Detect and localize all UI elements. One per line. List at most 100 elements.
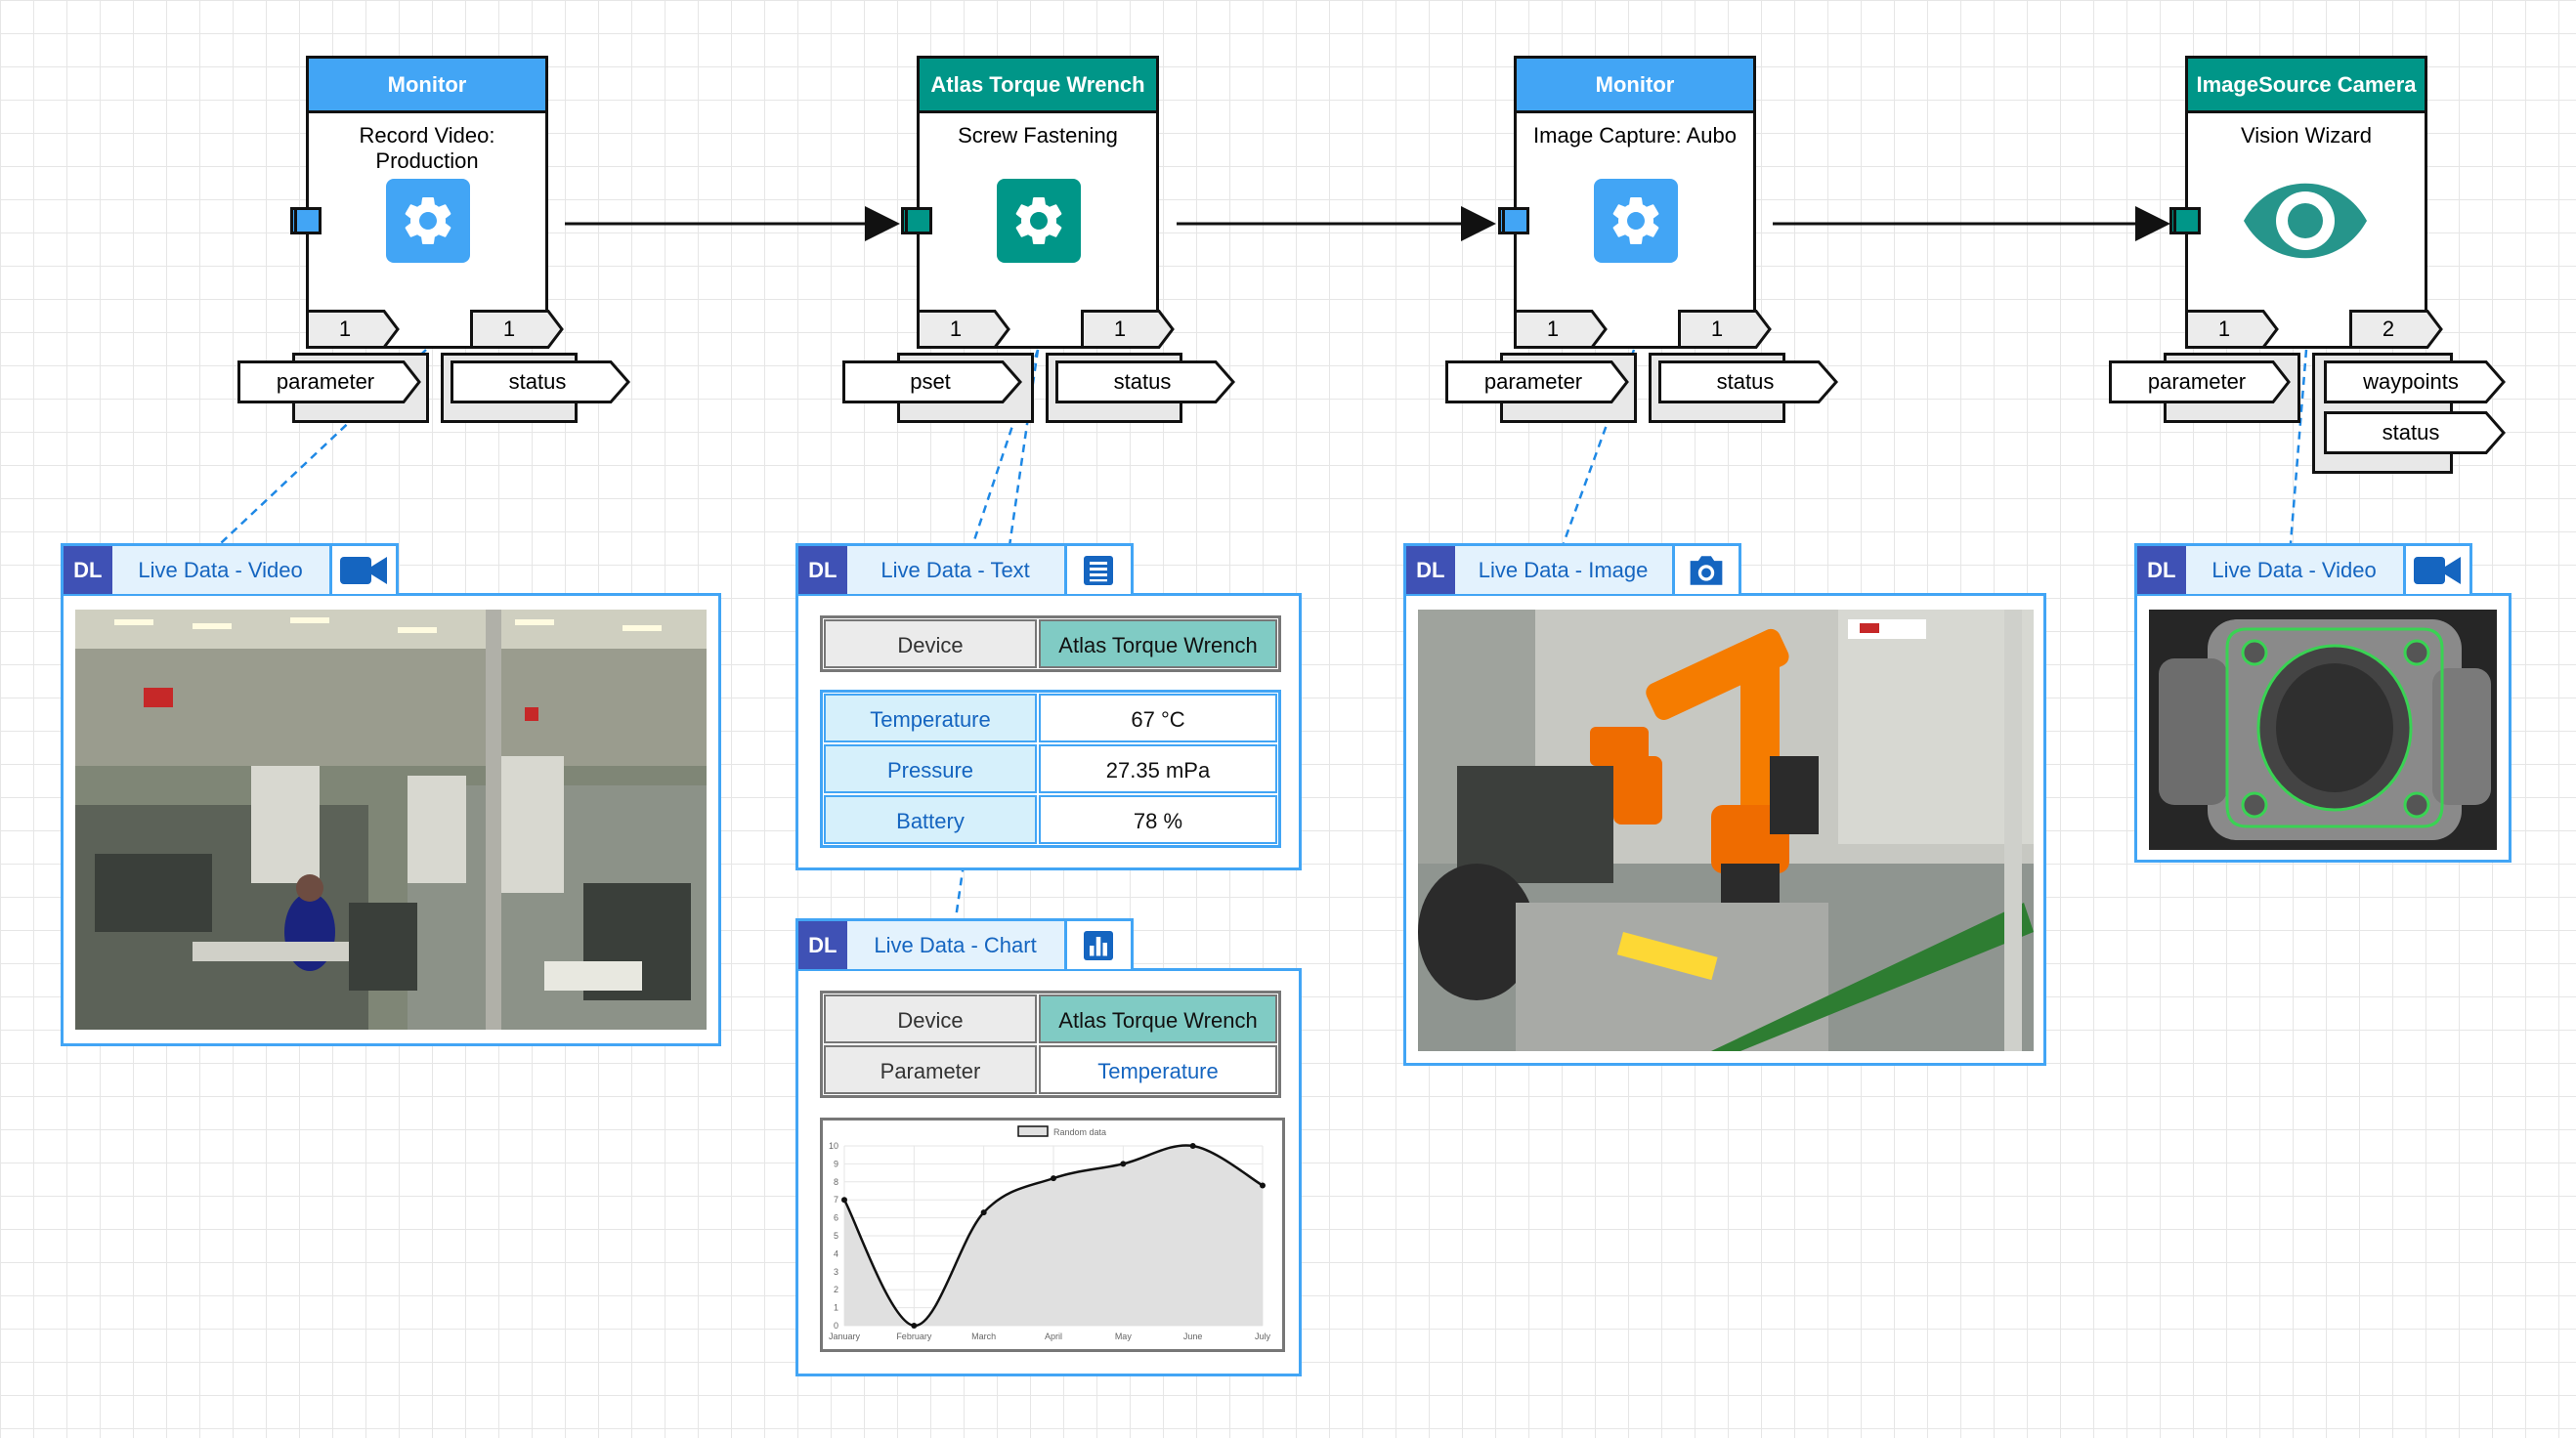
count-label: 2 [2382,317,2395,341]
count-label: 1 [1710,317,1724,341]
output-status[interactable]: status [2312,411,2508,454]
y-tick-label: 9 [834,1159,838,1168]
node-header: ImageSource Camera [2188,59,2425,113]
panel-title: Live Data - Video [112,546,332,594]
panel-video-production [61,593,721,1046]
output-port[interactable] [2173,207,2201,234]
parameter-value[interactable]: Temperature [1039,1045,1277,1094]
metric-label: Temperature [824,694,1037,742]
param-parameter[interactable]: parameter [2109,353,2304,423]
metric-label: Pressure [824,744,1037,793]
count-label: 1 [1546,317,1560,341]
gear-icon[interactable] [1594,179,1678,263]
count-tab-left[interactable]: 1 [306,310,400,349]
output-port[interactable] [905,207,932,234]
output-status[interactable]: status [1649,353,1844,423]
metric-value: 67 °C [1039,694,1277,742]
device-label: Device [824,994,1037,1043]
y-tick-label: 0 [834,1321,838,1331]
param-pset[interactable]: pset [842,353,1038,423]
chart-frame: 10 9 8 7 6 5 4 3 2 1 0 January February March April May… [820,1118,1285,1352]
y-tick-label: 4 [834,1248,838,1258]
x-tick-label: July [1255,1332,1271,1341]
data-point [1120,1161,1127,1167]
vision-inspection-video[interactable] [2149,610,2497,850]
data-point [911,1323,918,1329]
count-tab-right[interactable]: 1 [1081,310,1175,349]
eye-icon[interactable] [2242,179,2369,263]
count-tab-right[interactable]: 2 [2349,310,2443,349]
metric-value: 78 % [1039,795,1277,844]
y-tick-label: 5 [834,1231,838,1241]
count-tab-right[interactable]: 1 [1678,310,1772,349]
y-tick-label: 2 [834,1285,838,1294]
gear-icon[interactable] [386,179,470,263]
output-port[interactable] [1502,207,1529,234]
output-label: status [1716,369,1775,394]
dl-badge: DL [798,921,847,969]
count-label: 1 [338,317,352,341]
flow-canvas[interactable]: Monitor Record Video: Production 1 1 par… [0,0,2576,1438]
panel-title: Live Data - Chart [847,921,1067,969]
robot-arm-image[interactable] [1418,610,2034,1051]
data-point [1189,1143,1196,1149]
count-tab-left[interactable]: 1 [2185,310,2279,349]
node-subtitle: Screw Fastening [958,123,1118,148]
panel-header-text[interactable]: DL Live Data - Text [795,543,1134,594]
count-tab-left[interactable]: 1 [917,310,1010,349]
x-tick-label: March [971,1332,996,1341]
x-tick-label: April [1045,1332,1062,1341]
bar-chart-icon[interactable] [1066,921,1132,969]
y-tick-label: 10 [829,1141,838,1151]
chart-config: Device Atlas Torque Wrench Parameter Tem… [820,991,1281,1098]
videocam-icon[interactable] [331,546,397,594]
camera-icon[interactable] [1674,546,1739,594]
output-waypoints[interactable]: waypoints [2312,353,2508,474]
count-label: 1 [1113,317,1127,341]
panel-chart-data: Device Atlas Torque Wrench Parameter Tem… [795,968,1302,1376]
count-label: 1 [949,317,963,341]
dl-badge: DL [64,546,112,594]
device-value[interactable]: Atlas Torque Wrench [1039,994,1277,1043]
data-point [1260,1182,1266,1189]
panel-header-video[interactable]: DL Live Data - Video [2134,543,2472,594]
videocam-icon[interactable] [2405,546,2470,594]
dl-badge: DL [798,546,847,594]
node-header: Monitor [309,59,545,113]
device-label: Device [824,619,1037,668]
device-value[interactable]: Atlas Torque Wrench [1039,619,1277,668]
node-subtitle: Image Capture: Aubo [1533,123,1737,148]
param-parameter[interactable]: parameter [1445,353,1641,423]
node-subtitle: Record Video: Production [359,123,495,173]
node-header: Atlas Torque Wrench [920,59,1156,113]
param-parameter[interactable]: parameter [237,353,433,423]
count-label: 1 [502,317,516,341]
panel-title: Live Data - Video [2186,546,2406,594]
notes-icon[interactable] [1066,546,1132,594]
count-tab-left[interactable]: 1 [1514,310,1608,349]
x-tick-label: June [1183,1332,1203,1341]
panel-header-chart[interactable]: DL Live Data - Chart [795,918,1134,969]
dl-badge: DL [2137,546,2186,594]
panel-header-video[interactable]: DL Live Data - Video [61,543,399,594]
param-label: pset [910,369,951,394]
output-status[interactable]: status [1046,353,1241,423]
panel-title: Live Data - Text [847,546,1067,594]
legend-label: Random data [1053,1127,1106,1137]
output-status[interactable]: status [441,353,636,423]
count-label: 1 [2217,317,2231,341]
y-tick-label: 1 [834,1303,838,1313]
y-tick-label: 6 [834,1213,838,1223]
output-port[interactable] [294,207,322,234]
x-tick-label: February [896,1332,932,1341]
x-tick-label: January [829,1332,861,1341]
output-label: status [1113,369,1172,394]
production-floor-video[interactable] [75,610,707,1030]
dl-badge: DL [1406,546,1455,594]
output-label: status [508,369,567,394]
param-label: parameter [276,369,375,394]
panel-header-image[interactable]: DL Live Data - Image [1403,543,1741,594]
count-tab-right[interactable]: 1 [470,310,564,349]
data-point [980,1209,987,1216]
gear-icon[interactable] [997,179,1081,263]
